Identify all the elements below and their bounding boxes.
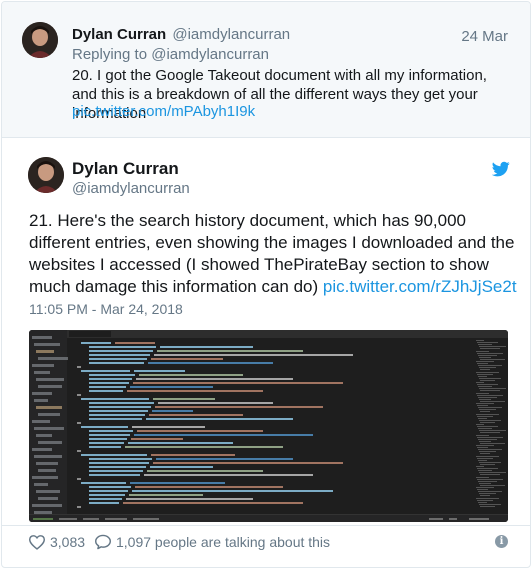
editor-tabs: [67, 330, 508, 338]
parent-tweet[interactable]: Dylan Curran @iamdylancurran 24 Mar Repl…: [2, 2, 530, 138]
editor-code: [75, 342, 475, 510]
author-handle[interactable]: @iamdylancurran: [172, 26, 290, 43]
tweet-text: 21. Here's the search history document, …: [29, 210, 519, 298]
comment-bubble-icon[interactable]: [94, 534, 112, 550]
author-display-name[interactable]: Dylan Curran: [72, 159, 179, 179]
conversation-link[interactable]: 1,097 people are talking about this: [94, 534, 330, 550]
author-display-name[interactable]: Dylan Curran: [72, 26, 166, 43]
author-name[interactable]: Dylan Curran @iamdylancurran: [72, 26, 290, 43]
editor-statusbar: [29, 514, 508, 522]
tweet-date[interactable]: 24 Mar: [461, 28, 508, 45]
avatar[interactable]: [28, 157, 64, 193]
avatar[interactable]: [22, 22, 58, 58]
replying-to: Replying to @iamdylancurran: [72, 46, 269, 63]
tweet-pic-link[interactable]: pic.twitter.com/mPAbyh1I9k: [72, 103, 255, 120]
info-icon[interactable]: i: [495, 535, 508, 548]
like-count[interactable]: 3,083: [50, 534, 85, 550]
heart-icon[interactable]: [28, 534, 46, 550]
tweet-pic-link[interactable]: pic.twitter.com/rZJhJjSe2t: [323, 277, 517, 296]
twitter-bird-icon[interactable]: [491, 160, 510, 178]
editor-minimap: [476, 340, 506, 510]
editor-sidebar: [29, 330, 68, 522]
conversation-count-text[interactable]: 1,097 people are talking about this: [116, 534, 330, 550]
embedded-tweet-card: Dylan Curran @iamdylancurran 24 Mar Repl…: [1, 1, 531, 568]
divider: [2, 525, 530, 526]
replying-to-mention[interactable]: @iamdylancurran: [151, 46, 269, 63]
like-button[interactable]: 3,083: [28, 534, 85, 550]
tweet-timestamp[interactable]: 11:05 PM - Mar 24, 2018: [29, 301, 183, 317]
tweet-media-image[interactable]: [29, 330, 508, 522]
author-handle[interactable]: @iamdylancurran: [72, 180, 190, 197]
replying-to-label: Replying to: [72, 46, 148, 63]
